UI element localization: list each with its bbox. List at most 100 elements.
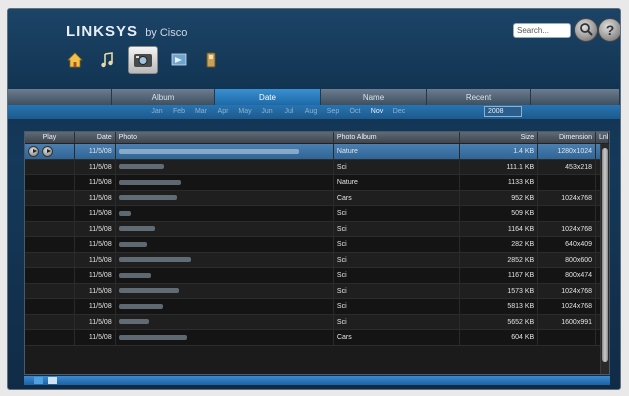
tab-date[interactable]: Date — [215, 89, 321, 105]
table-row[interactable]: 11/5/08 Cars 952 KB 1024x768 — [25, 190, 609, 206]
cell-photo[interactable] — [116, 159, 334, 174]
tab-recent[interactable]: Recent — [427, 89, 531, 105]
cell-size: 1167 KB — [460, 268, 539, 283]
cell-dimension: 1024x768 — [538, 190, 597, 205]
cell-size: 282 KB — [460, 237, 539, 252]
year-select[interactable]: 2008 — [484, 106, 522, 117]
cell-photo[interactable] — [116, 144, 334, 159]
month-sep[interactable]: Sep — [322, 107, 344, 117]
month-mar[interactable]: Mar — [190, 107, 212, 117]
video-icon[interactable] — [168, 49, 190, 71]
cell-photo[interactable] — [116, 175, 334, 190]
photo-icon[interactable] — [128, 46, 158, 74]
cell-photo[interactable] — [116, 206, 334, 221]
cell-size: 1573 KB — [460, 283, 539, 298]
table-row[interactable]: 11/5/08 Sci 509 KB — [25, 206, 609, 222]
table-row[interactable]: 11/5/08 Sci 282 KB 640x409 — [25, 237, 609, 253]
list-view-icon[interactable] — [34, 377, 43, 384]
month-aug[interactable]: Aug — [300, 107, 322, 117]
cell-date: 11/5/08 — [75, 175, 116, 190]
cell-play — [25, 283, 75, 298]
cell-photo[interactable] — [116, 330, 334, 345]
cell-dimension: 1024x768 — [538, 283, 597, 298]
cell-album: Sci — [334, 283, 461, 298]
cell-photo[interactable] — [116, 221, 334, 236]
scrollbar-thumb[interactable] — [602, 148, 608, 362]
play-icon[interactable] — [28, 145, 39, 157]
table-row[interactable]: 11/5/08 Sci 111.1 KB 453x218 — [25, 159, 609, 175]
month-feb[interactable]: Feb — [168, 107, 190, 117]
cell-album: Sci — [334, 299, 461, 314]
table-row[interactable]: 11/5/08 Sci 5813 KB 1024x768 — [25, 299, 609, 315]
col-play[interactable]: Play — [25, 132, 75, 143]
month-may[interactable]: May — [234, 107, 256, 117]
table-row[interactable]: 11/5/08 Cars 604 KB — [25, 330, 609, 346]
cell-play — [25, 144, 75, 159]
month-jun[interactable]: Jun — [256, 107, 278, 117]
table-row[interactable]: 11/5/08 Sci 1167 KB 800x474 — [25, 268, 609, 284]
grid-view-icon[interactable] — [48, 377, 57, 384]
play-next-icon[interactable] — [42, 145, 53, 157]
cell-dimension — [538, 206, 597, 221]
table-row[interactable]: 11/5/08 Nature 1.4 KB 1280x1024 — [25, 144, 609, 160]
tab-blank-right — [531, 89, 620, 105]
cell-photo[interactable] — [116, 283, 334, 298]
month-jul[interactable]: Jul — [278, 107, 300, 117]
month-filter-bar: Jan Feb Mar Apr May Jun Jul Aug Sep Oct … — [8, 105, 620, 119]
cell-play — [25, 175, 75, 190]
cell-photo[interactable] — [116, 190, 334, 205]
cell-album: Sci — [334, 252, 461, 267]
cell-play — [25, 330, 75, 345]
photo-name-redacted — [118, 319, 149, 325]
photo-name-redacted — [118, 226, 155, 232]
tab-album[interactable]: Album — [112, 89, 215, 105]
photo-name-redacted — [118, 241, 147, 247]
cell-size: 604 KB — [460, 330, 539, 345]
cell-photo[interactable] — [116, 299, 334, 314]
cell-dimension: 1024x768 — [538, 221, 597, 236]
cell-play — [25, 268, 75, 283]
cell-photo[interactable] — [116, 268, 334, 283]
col-dimension[interactable]: Dimension — [538, 132, 597, 143]
home-icon[interactable] — [64, 49, 86, 71]
tab-name[interactable]: Name — [321, 89, 427, 105]
month-oct[interactable]: Oct — [344, 107, 366, 117]
col-size[interactable]: Size — [460, 132, 539, 143]
table-row[interactable]: 11/5/08 Sci 1573 KB 1024x768 — [25, 283, 609, 299]
help-button[interactable]: ? — [598, 18, 620, 42]
photo-table: Play Date Photo Photo Album Size Dimensi… — [24, 131, 610, 375]
table-header: Play Date Photo Photo Album Size Dimensi… — [25, 132, 609, 144]
table-row[interactable]: 11/5/08 Sci 5652 KB 1600x991 — [25, 314, 609, 330]
cell-date: 11/5/08 — [75, 314, 116, 329]
col-photo[interactable]: Photo — [116, 132, 334, 143]
col-date[interactable]: Date — [75, 132, 116, 143]
table-row[interactable]: 11/5/08 Sci 2852 KB 800x600 — [25, 252, 609, 268]
photo-name-redacted — [118, 303, 163, 309]
cell-photo[interactable] — [116, 237, 334, 252]
month-jan[interactable]: Jan — [146, 107, 168, 117]
table-row[interactable]: 11/5/08 Nature 1133 KB — [25, 175, 609, 191]
device-icon[interactable] — [200, 49, 222, 71]
photo-name-redacted — [118, 210, 131, 216]
year-value: 2008 — [488, 108, 504, 115]
col-photo-album[interactable]: Photo Album — [334, 132, 461, 143]
photo-name-redacted — [118, 179, 181, 185]
month-nov[interactable]: Nov — [366, 107, 388, 117]
cell-album: Sci — [334, 221, 461, 236]
cell-dimension: 800x474 — [538, 268, 597, 283]
tab-blank-left — [8, 89, 112, 105]
photo-name-redacted — [118, 257, 191, 263]
table-row[interactable]: 11/5/08 Sci 1164 KB 1024x768 — [25, 221, 609, 237]
search-icon — [579, 22, 593, 39]
cell-date: 11/5/08 — [75, 252, 116, 267]
month-apr[interactable]: Apr — [212, 107, 234, 117]
month-dec[interactable]: Dec — [388, 107, 410, 117]
music-icon[interactable] — [96, 49, 118, 71]
cell-album: Sci — [334, 159, 461, 174]
col-link[interactable]: Lnk — [596, 132, 609, 143]
vertical-scrollbar[interactable] — [600, 144, 609, 374]
search-input[interactable]: Search... — [513, 23, 571, 38]
cell-photo[interactable] — [116, 314, 334, 329]
search-button[interactable] — [574, 18, 598, 42]
cell-photo[interactable] — [116, 252, 334, 267]
